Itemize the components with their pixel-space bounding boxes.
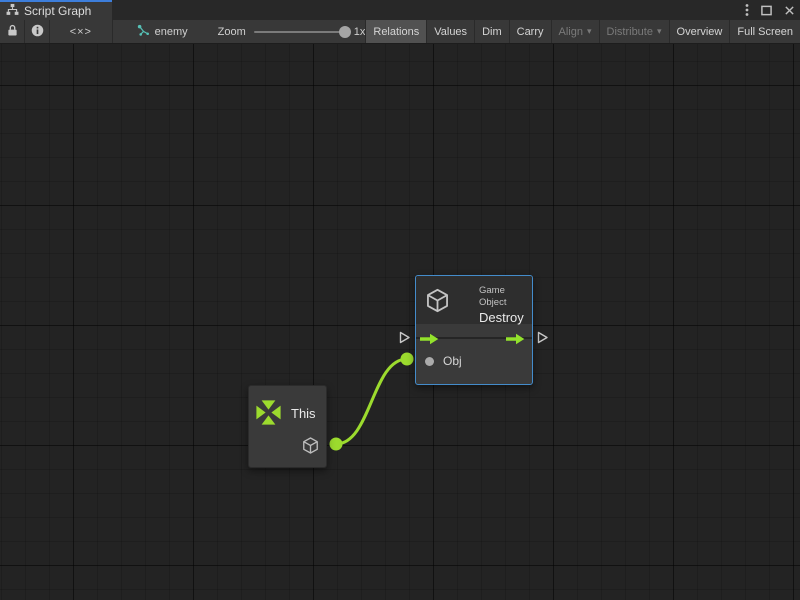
flow-output-port[interactable] bbox=[536, 331, 549, 344]
node-this[interactable]: This bbox=[248, 385, 327, 468]
window-menu-icon[interactable] bbox=[745, 0, 749, 20]
carry-button[interactable]: Carry bbox=[509, 20, 551, 43]
inspect-button[interactable] bbox=[25, 20, 50, 43]
tab-title: Script Graph bbox=[24, 4, 91, 18]
info-icon bbox=[31, 24, 44, 40]
flow-exit-arrow-icon bbox=[506, 332, 525, 350]
wire-start-dot bbox=[330, 438, 343, 451]
wire-end-dot bbox=[401, 353, 414, 366]
tab-strip: Script Graph bbox=[0, 0, 800, 20]
node-title: This bbox=[291, 406, 316, 421]
zoom-slider-handle[interactable] bbox=[339, 26, 351, 38]
chevron-down-icon: ▾ bbox=[657, 26, 662, 37]
zoom-level: 1x bbox=[354, 26, 366, 38]
flow-enter-arrow-icon bbox=[420, 332, 439, 350]
node-destroy-header[interactable]: Game Object Destroy bbox=[416, 276, 532, 324]
align-dropdown[interactable]: Align ▾ bbox=[551, 20, 599, 43]
zoom-label: Zoom bbox=[218, 26, 246, 38]
script-graph-icon bbox=[6, 3, 19, 19]
graph-breadcrumb[interactable]: enemy bbox=[137, 20, 188, 43]
flow-input-port[interactable] bbox=[398, 331, 411, 344]
graph-icon bbox=[137, 24, 150, 40]
tab-script-graph[interactable]: Script Graph bbox=[0, 0, 112, 20]
node-destroy[interactable]: Game Object Destroy Obj bbox=[415, 275, 533, 385]
node-category: Game Object bbox=[479, 285, 532, 309]
close-icon[interactable] bbox=[784, 0, 795, 20]
window-controls bbox=[745, 0, 795, 20]
lock-button[interactable] bbox=[0, 20, 25, 43]
chevron-down-icon: ▾ bbox=[587, 26, 592, 37]
game-object-output-port[interactable] bbox=[301, 436, 320, 460]
zoom-slider[interactable] bbox=[254, 31, 346, 33]
overview-button[interactable]: Overview bbox=[669, 20, 730, 43]
graph-toolbar: <×> enemy Zoom 1x Relations Values Dim C… bbox=[0, 20, 800, 44]
port-label: Obj bbox=[443, 354, 462, 368]
this-converge-icon bbox=[254, 398, 283, 432]
connection-wire[interactable] bbox=[0, 44, 800, 600]
zoom-control: Zoom 1x bbox=[218, 20, 366, 43]
code-icon: <×> bbox=[70, 26, 92, 38]
distribute-dropdown[interactable]: Distribute ▾ bbox=[599, 20, 669, 43]
game-object-cube-icon bbox=[424, 287, 451, 319]
fullscreen-button[interactable]: Full Screen bbox=[729, 20, 800, 43]
toolbar-toggles: Relations Values Dim Carry Align ▾ Distr… bbox=[365, 20, 800, 43]
edit-unit-button[interactable]: <×> bbox=[50, 20, 113, 43]
graph-name: enemy bbox=[155, 26, 188, 38]
lock-icon bbox=[7, 24, 18, 40]
script-graph-window: Script Graph <×> bbox=[0, 0, 800, 600]
obj-input-port[interactable]: Obj bbox=[416, 350, 462, 372]
maximize-icon[interactable] bbox=[761, 0, 772, 20]
graph-canvas[interactable]: Game Object Destroy Obj bbox=[0, 44, 800, 600]
relations-button[interactable]: Relations bbox=[365, 20, 426, 43]
port-dot-icon[interactable] bbox=[425, 357, 434, 366]
node-title: Destroy bbox=[479, 309, 532, 326]
values-button[interactable]: Values bbox=[426, 20, 474, 43]
dim-button[interactable]: Dim bbox=[474, 20, 509, 43]
